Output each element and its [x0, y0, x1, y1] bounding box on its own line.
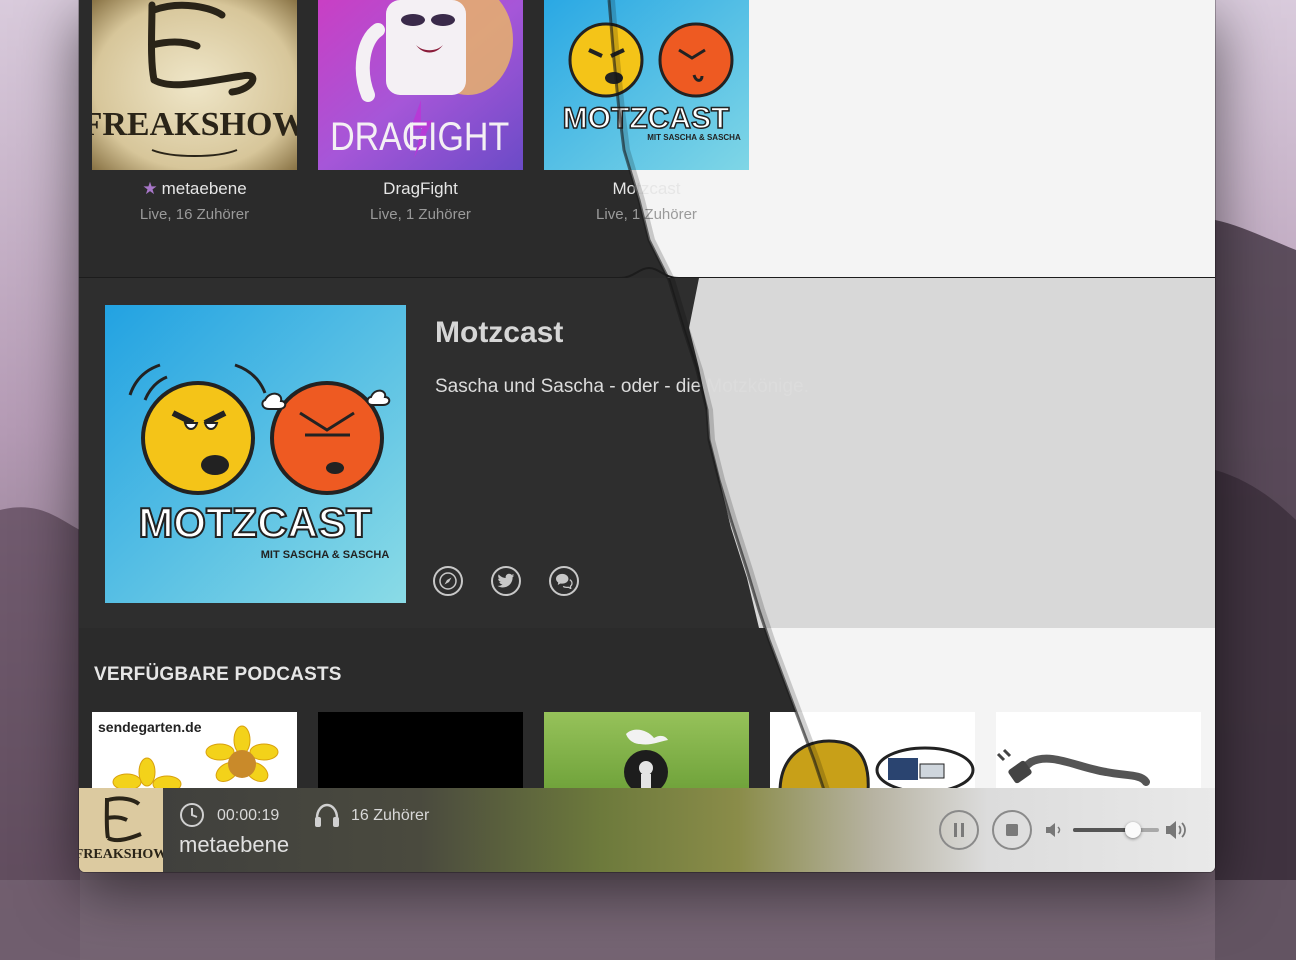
star-icon: ★ — [142, 179, 158, 198]
grass-cover — [544, 712, 749, 792]
detail-cover-art: MOTZCAST MIT SASCHA & SASCHA — [105, 305, 406, 603]
listener-count: 16 Zuhörer — [351, 807, 430, 824]
twitter-icon — [497, 573, 515, 588]
freakshow-cover: FREAKSHOW — [92, 0, 297, 170]
svg-text:MOTZCAST: MOTZCAST — [563, 102, 730, 135]
stop-button[interactable] — [992, 810, 1032, 850]
player-bar: FREAKSHOW 00:00:19 16 Zuhörer metaebene — [79, 788, 1215, 872]
chat-icon — [556, 573, 573, 589]
player-cover-art[interactable]: FREAKSHOW — [79, 788, 163, 872]
podcast-tile[interactable] — [770, 712, 975, 792]
sendegarten-cover: sendegarten.de — [92, 712, 297, 792]
volume-slider[interactable] — [1073, 822, 1159, 838]
detail-description: Sascha und Sascha - oder - die Motzkönig… — [435, 376, 809, 397]
featured-tile-metaebene[interactable]: FREAKSHOW — [92, 0, 297, 170]
featured-title: ★ metaebene — [142, 179, 247, 198]
featured-title: DragFight — [383, 179, 458, 198]
featured-subtitle: Live, 1 Zuhörer — [370, 206, 471, 223]
podcast-tile[interactable] — [996, 712, 1201, 792]
pause-button[interactable] — [939, 810, 979, 850]
chat-button[interactable] — [549, 566, 579, 596]
twitter-button[interactable] — [491, 566, 521, 596]
compass-icon — [439, 572, 457, 590]
headphones-icon — [315, 803, 339, 827]
pause-icon — [954, 823, 964, 837]
svg-text:FIGHT: FIGHT — [407, 113, 509, 158]
featured-tile-dragfight[interactable]: DRAG FIGHT — [318, 0, 523, 170]
stop-icon — [1006, 824, 1018, 836]
featured-subtitle: Live, 16 Zuhörer — [139, 206, 250, 223]
podcast-tile[interactable] — [544, 712, 749, 792]
website-button[interactable] — [433, 566, 463, 596]
cartoon-cover — [770, 712, 975, 792]
volume-fill — [1073, 828, 1134, 832]
available-podcasts-heading: VERFÜGBARE PODCASTS — [94, 664, 342, 685]
podcast-tile[interactable] — [318, 712, 523, 792]
elapsed-time: 00:00:19 — [217, 807, 280, 824]
svg-text:MIT SASCHA & SASCHA: MIT SASCHA & SASCHA — [261, 549, 390, 561]
svg-text:sendegarten.de: sendegarten.de — [98, 719, 202, 735]
svg-text:FREAKSHOW: FREAKSHOW — [79, 847, 163, 862]
volume-knob[interactable] — [1125, 822, 1142, 838]
app-window: FREAKSHOW ★ metaebene Live, 16 Zuhörer DR… — [79, 0, 1215, 872]
volume-high-icon[interactable] — [1165, 820, 1189, 840]
now-playing-title: metaebene — [179, 832, 290, 857]
svg-text:FREAKSHOW: FREAKSHOW — [92, 106, 297, 143]
svg-text:MIT SASCHA & SASCHA: MIT SASCHA & SASCHA — [647, 133, 741, 142]
volume-low-icon[interactable] — [1045, 822, 1063, 838]
clock-icon — [180, 803, 204, 827]
detail-title: Motzcast — [435, 316, 564, 349]
featured-subtitle: Live, 1 Zuhörer — [596, 206, 697, 223]
featured-title: Motzcast — [612, 179, 681, 198]
svg-text:MOTZCAST: MOTZCAST — [138, 499, 372, 546]
plug-cover — [996, 712, 1201, 792]
motzcast-cover: MOTZCAST MIT SASCHA & SASCHA — [544, 0, 749, 170]
podcast-tile[interactable]: sendegarten.de — [92, 712, 297, 792]
featured-tile-motzcast[interactable]: MOTZCAST MIT SASCHA & SASCHA — [544, 0, 749, 170]
dragfight-cover: DRAG FIGHT — [318, 0, 523, 170]
